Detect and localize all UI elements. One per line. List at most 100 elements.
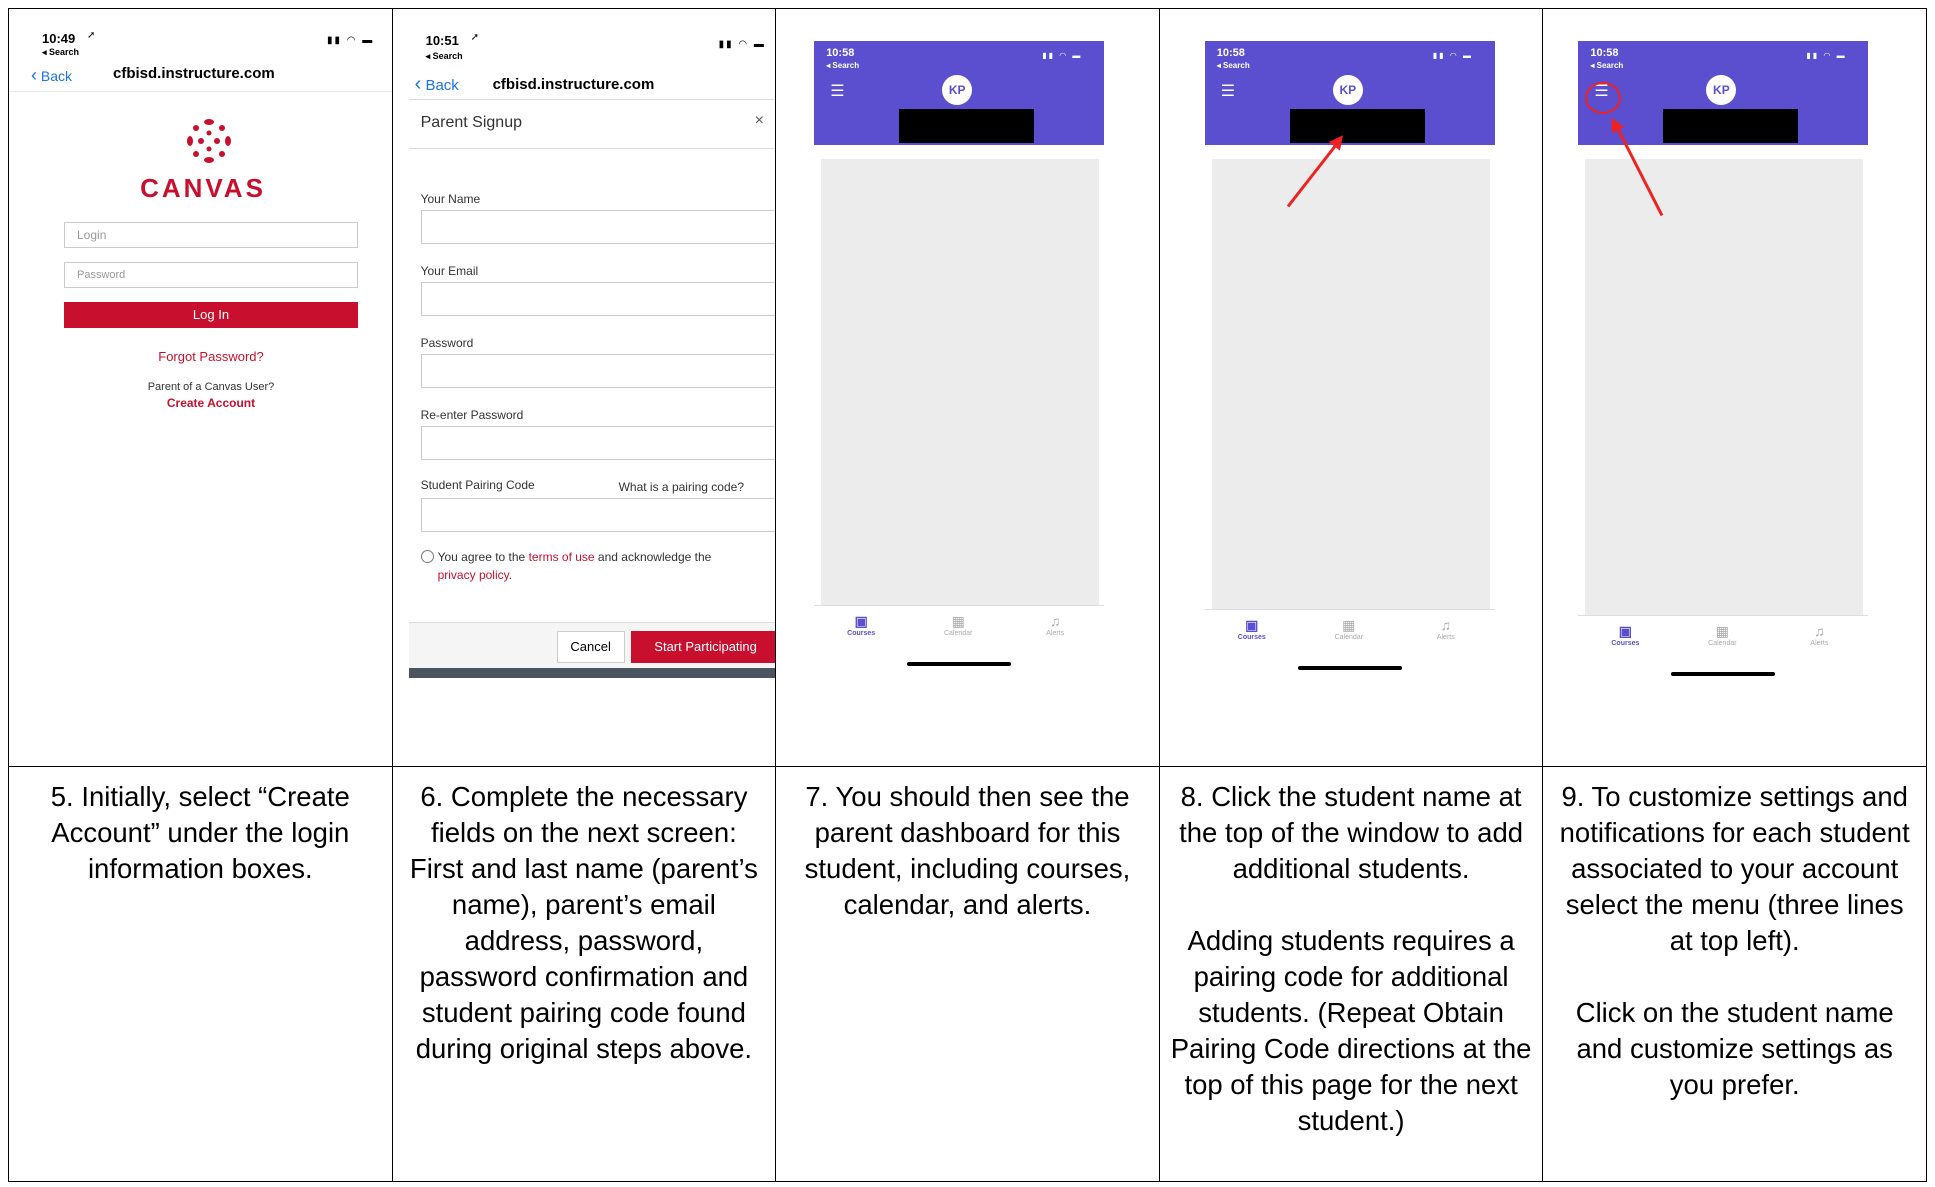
home-indicator (1297, 666, 1402, 670)
log-in-button[interactable]: Log In (64, 302, 358, 328)
forgot-password-link[interactable]: Forgot Password? (9, 349, 391, 364)
caption-cell-7: 7. You should then see the parent dashbo… (775, 766, 1160, 1182)
tab-calendar[interactable]: ▦ Calendar (933, 612, 983, 637)
dialog-bottom-bar (408, 668, 775, 678)
courses-area (1585, 159, 1864, 615)
your-name-input[interactable] (420, 210, 775, 244)
step-5-caption: 5. Initially, select “Create Account” un… (50, 781, 350, 884)
page-host: cfbisd.instructure.com (492, 76, 655, 93)
back-button[interactable]: ‹ Back (31, 65, 72, 86)
what-is-pairing-code-link[interactable]: What is a pairing code? (619, 480, 744, 494)
chevron-left-icon: ‹ (31, 65, 37, 85)
browser-nav-bar: 10:49 ➚ ◂ Search ▮▮ ◠ ▬ ‹ Back cfbisd.in… (9, 10, 392, 92)
tab-courses[interactable]: ▣ Courses (1227, 616, 1277, 641)
parent-signup-screenshot: 10:51 ➚ ◂ Search ▮▮ ◠ ▬ ‹ Back cfbisd.in… (393, 10, 775, 766)
your-email-input[interactable] (420, 282, 775, 316)
location-arrow-icon: ➚ (87, 30, 96, 41)
parent-dashboard-screenshot: 10:58 ◂ Search ▮▮ ◠ ▬ ☰ KP ▣ Courses ▦ Cal… (777, 10, 1159, 766)
app-header: 10:58 ◂ Search ▮▮ ◠ ▬ ☰ KP (814, 41, 1105, 145)
login-input[interactable]: Login (64, 222, 358, 248)
tab-courses[interactable]: ▣ Courses (1600, 622, 1650, 647)
reenter-password-label: Re-enter Password (420, 408, 524, 422)
home-indicator (907, 662, 1012, 666)
page-host: cfbisd.instructure.com (113, 65, 275, 82)
caption-row: 5. Initially, select “Create Account” un… (8, 766, 1927, 1182)
privacy-policy-link[interactable]: privacy policy (438, 568, 509, 582)
courses-icon: ▣ (1245, 617, 1259, 633)
redacted-student-name[interactable] (1289, 109, 1425, 143)
calendar-icon: ▦ (1715, 623, 1729, 639)
menu-screenshot: 10:58 ◂ Search ▮▮ ◠ ▬ ☰ KP ▣ Courses ▦ Cal… (1544, 10, 1926, 766)
screenshot-cell-8: 10:58 ◂ Search ▮▮ ◠ ▬ ☰ KP ▣ Courses ▦ Cal… (1158, 8, 1544, 767)
chevron-left-icon: ‹ (414, 73, 422, 95)
bell-icon: ♫ (1049, 613, 1061, 629)
search-back-link[interactable]: ◂ Search (826, 61, 859, 70)
calendar-icon: ▦ (1342, 617, 1356, 633)
start-participating-button[interactable]: Start Participating (630, 631, 775, 663)
step-7-caption: 7. You should then see the parent dashbo… (804, 781, 1131, 920)
status-time: 10:51 (425, 33, 459, 48)
tab-alerts[interactable]: ♫ Alerts (1794, 622, 1844, 647)
search-back-link[interactable]: ◂ Search (1217, 61, 1250, 70)
student-avatar[interactable]: KP (1332, 75, 1363, 105)
tab-alerts[interactable]: ♫ Alerts (1030, 612, 1080, 637)
search-back-link[interactable]: ◂ Search (426, 51, 463, 62)
parent-question-text: Parent of a Canvas User? (147, 381, 275, 393)
canvas-logo-icon (187, 119, 231, 163)
password-label: Password (420, 336, 474, 350)
courses-icon: ▣ (854, 613, 868, 629)
cancel-button[interactable]: Cancel (556, 631, 625, 663)
pairing-code-input[interactable] (420, 498, 775, 532)
courses-area (1211, 159, 1490, 609)
signal-wifi-battery-icon: ▮▮ ◠ ▬ (1806, 51, 1847, 60)
screenshot-cell-6: 10:51 ➚ ◂ Search ▮▮ ◠ ▬ ‹ Back cfbisd.in… (391, 8, 777, 767)
tab-bar: ▣ Courses ▦ Calendar ♫ Alerts (1204, 609, 1495, 660)
canvas-wordmark: CANVAS (140, 173, 266, 203)
your-name-label: Your Name (420, 192, 481, 206)
terms-of-use-link[interactable]: terms of use (529, 550, 595, 564)
signup-dialog: Parent Signup × Your Name Your Email Pas… (408, 99, 775, 678)
agree-checkbox[interactable] (420, 550, 434, 563)
tab-alerts[interactable]: ♫ Alerts (1421, 616, 1471, 641)
divider (408, 148, 775, 149)
status-time: 10:58 (1590, 47, 1619, 59)
back-button[interactable]: ‹ Back (415, 73, 459, 96)
courses-icon: ▣ (1618, 623, 1632, 639)
search-back-link[interactable]: ◂ Search (1590, 61, 1623, 70)
home-indicator (1671, 672, 1776, 676)
step-8-caption: 8. Click the student name at the top of … (1170, 781, 1532, 1136)
student-avatar[interactable]: KP (942, 75, 973, 105)
reenter-password-input[interactable] (420, 426, 775, 460)
agree-text: You agree to the terms of use and acknow… (437, 550, 712, 582)
signal-wifi-battery-icon: ▮▮ ◠ ▬ (327, 35, 375, 46)
close-icon[interactable]: × (755, 112, 764, 130)
bell-icon: ♫ (1814, 623, 1825, 639)
redacted-student-name[interactable] (1663, 109, 1799, 143)
step-6-caption: 6. Complete the necessary fields on the … (409, 781, 758, 1064)
instruction-table: 10:49 ➚ ◂ Search ▮▮ ◠ ▬ ‹ Back cfbisd.in… (8, 8, 1927, 1182)
tab-calendar[interactable]: ▦ Calendar (1324, 616, 1374, 641)
signal-wifi-battery-icon: ▮▮ ◠ ▬ (718, 39, 766, 50)
location-arrow-icon: ➚ (470, 32, 479, 43)
app-header: 10:58 ◂ Search ▮▮ ◠ ▬ ☰ KP (1578, 41, 1869, 145)
hamburger-menu-icon[interactable]: ☰ (1221, 81, 1235, 101)
search-back-link[interactable]: ◂ Search (42, 47, 79, 58)
password-input[interactable] (420, 354, 775, 388)
screenshot-cell-5: 10:49 ➚ ◂ Search ▮▮ ◠ ▬ ‹ Back cfbisd.in… (8, 8, 393, 767)
app-header: 10:58 ◂ Search ▮▮ ◠ ▬ ☰ KP (1204, 41, 1495, 145)
signal-wifi-battery-icon: ▮▮ ◠ ▬ (1042, 51, 1083, 60)
hamburger-menu-icon[interactable]: ☰ (830, 81, 844, 101)
create-account-link[interactable]: Create Account (9, 396, 391, 410)
caption-cell-8: 8. Click the student name at the top of … (1158, 766, 1544, 1182)
caption-cell-5: 5. Initially, select “Create Account” un… (8, 766, 393, 1182)
dialog-footer: Cancel Start Participating (408, 622, 775, 669)
tab-courses[interactable]: ▣ Courses (836, 612, 886, 637)
pairing-code-label: Student Pairing Code (420, 478, 535, 492)
screenshot-cell-9: 10:58 ◂ Search ▮▮ ◠ ▬ ☰ KP ▣ Courses ▦ Cal… (1542, 8, 1927, 767)
tab-calendar[interactable]: ▦ Calendar (1697, 622, 1747, 647)
password-input[interactable]: Password (64, 262, 358, 288)
redacted-student-name[interactable] (899, 109, 1035, 143)
your-email-label: Your Email (420, 264, 479, 278)
student-avatar[interactable]: KP (1706, 75, 1737, 105)
step-9-caption: 9. To customize settings and notificatio… (1559, 781, 1910, 1100)
